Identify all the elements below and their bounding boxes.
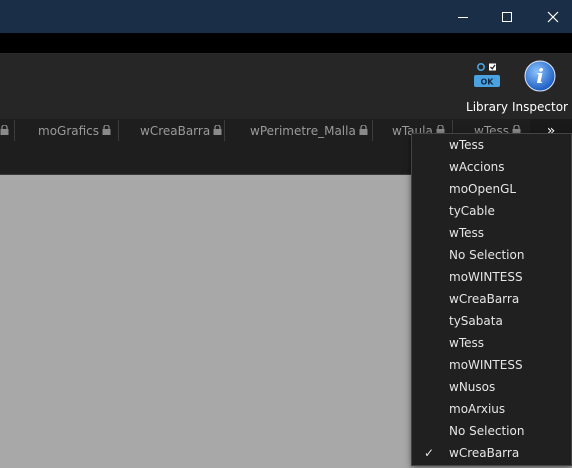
- maximize-icon: [502, 11, 512, 22]
- tab-mografics[interactable]: moGrafics: [14, 119, 118, 142]
- inspector-label: Inspector: [512, 100, 568, 114]
- tab-overflow-menu: wTess wAccions moOpenGL tyCable wTess No…: [411, 133, 572, 466]
- tab-wcreabarra[interactable]: wCreaBarra: [118, 119, 224, 142]
- tab-separator: [224, 120, 225, 141]
- lock-icon: [359, 124, 368, 135]
- menu-item[interactable]: moOpenGL: [412, 178, 571, 200]
- toolbar: OK Library i Inspector: [0, 54, 572, 119]
- menu-item[interactable]: No Selection: [412, 420, 571, 442]
- menu-item[interactable]: wNusos: [412, 376, 571, 398]
- info-icon: i: [524, 60, 556, 92]
- tab-separator: [14, 120, 15, 141]
- close-button[interactable]: [530, 0, 572, 33]
- minimize-button[interactable]: [440, 0, 486, 33]
- tab-label: moGrafics: [38, 123, 100, 138]
- tab-label: wPerimetre_Malla: [250, 123, 356, 138]
- menu-item[interactable]: moWINTESS: [412, 266, 571, 288]
- tab-label: wCreaBarra: [140, 123, 211, 138]
- maximize-button[interactable]: [484, 0, 530, 33]
- tab-wperimetre-malla[interactable]: wPerimetre_Malla: [224, 119, 372, 142]
- menu-item[interactable]: wTess: [412, 332, 571, 354]
- menu-item[interactable]: tySabata: [412, 310, 571, 332]
- inspector-button[interactable]: i Inspector: [512, 54, 568, 119]
- library-icon: OK: [474, 62, 500, 87]
- lock-icon: [213, 124, 222, 135]
- library-button[interactable]: OK Library: [462, 54, 512, 119]
- svg-text:i: i: [536, 64, 544, 88]
- menu-bar: [0, 33, 572, 54]
- menu-item[interactable]: No Selection: [412, 244, 571, 266]
- tab-separator: [372, 120, 373, 141]
- menu-item[interactable]: wCreaBarra: [412, 288, 571, 310]
- menu-item[interactable]: wTess: [412, 134, 571, 156]
- library-label: Library: [466, 100, 508, 114]
- menu-item[interactable]: tyCable: [412, 200, 571, 222]
- menu-item[interactable]: moWINTESS: [412, 354, 571, 376]
- tab-partial[interactable]: [0, 119, 14, 142]
- menu-item[interactable]: wTess: [412, 222, 571, 244]
- lock-icon: [0, 124, 9, 135]
- title-bar: [0, 0, 572, 33]
- menu-item[interactable]: wAccions: [412, 156, 571, 178]
- svg-text:OK: OK: [481, 78, 495, 87]
- close-icon: [547, 11, 559, 22]
- tab-separator: [118, 120, 119, 141]
- menu-item[interactable]: moArxius: [412, 398, 571, 420]
- minimize-icon: [458, 16, 468, 18]
- check-icon: ✓: [424, 446, 435, 460]
- menu-item-selected[interactable]: ✓ wCreaBarra: [412, 442, 571, 464]
- lock-icon: [102, 124, 111, 135]
